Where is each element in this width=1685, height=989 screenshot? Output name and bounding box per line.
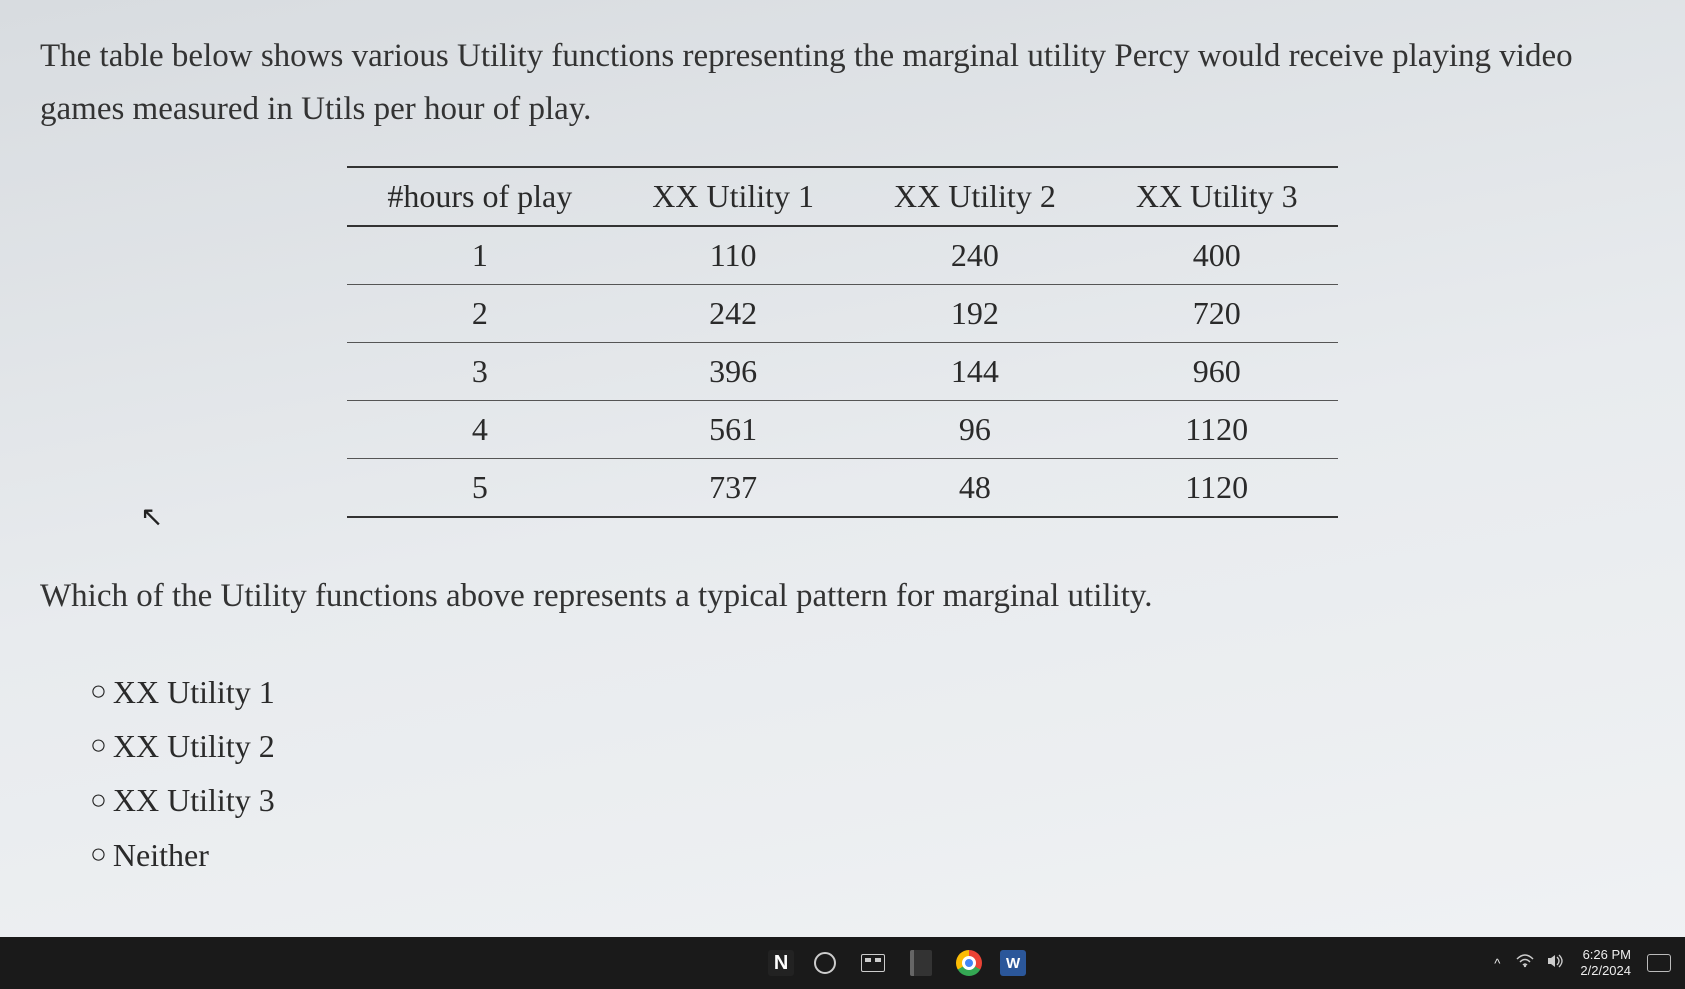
cell: 3 bbox=[347, 342, 612, 400]
taskbar-clock[interactable]: 6:26 PM 2/2/2024 bbox=[1580, 947, 1631, 978]
taskview-icon[interactable] bbox=[856, 946, 890, 980]
cell: 1120 bbox=[1096, 400, 1338, 458]
col-header-utility1: XX Utility 1 bbox=[612, 167, 854, 226]
cell: 48 bbox=[854, 458, 1096, 517]
cell: 96 bbox=[854, 400, 1096, 458]
notepad-icon[interactable] bbox=[904, 946, 938, 980]
col-header-utility2: XX Utility 2 bbox=[854, 167, 1096, 226]
radio-icon: ○ bbox=[90, 777, 107, 825]
cell: 1 bbox=[347, 226, 612, 285]
cell: 400 bbox=[1096, 226, 1338, 285]
option-utility1[interactable]: ○ XX Utility 1 bbox=[90, 665, 1645, 719]
radio-icon: ○ bbox=[90, 668, 107, 716]
option-label: XX Utility 3 bbox=[113, 773, 275, 827]
wifi-icon[interactable] bbox=[1516, 954, 1534, 972]
table-row: 2 242 192 720 bbox=[347, 284, 1337, 342]
word-icon[interactable]: W bbox=[1000, 950, 1026, 976]
table-row: 3 396 144 960 bbox=[347, 342, 1337, 400]
table-row: 5 737 48 1120 bbox=[347, 458, 1337, 517]
cortana-icon[interactable] bbox=[808, 946, 842, 980]
col-header-hours: #hours of play bbox=[347, 167, 612, 226]
volume-icon[interactable] bbox=[1546, 953, 1564, 973]
tray-caret-icon[interactable]: ^ bbox=[1494, 956, 1500, 971]
taskbar-app-icon[interactable]: N bbox=[768, 950, 794, 976]
cell: 192 bbox=[854, 284, 1096, 342]
cell: 396 bbox=[612, 342, 854, 400]
cell: 720 bbox=[1096, 284, 1338, 342]
cell: 5 bbox=[347, 458, 612, 517]
cell: 737 bbox=[612, 458, 854, 517]
option-neither[interactable]: ○ Neither bbox=[90, 828, 1645, 882]
utility-table: #hours of play XX Utility 1 XX Utility 2… bbox=[347, 166, 1337, 518]
clock-date: 2/2/2024 bbox=[1580, 963, 1631, 979]
table-row: 4 561 96 1120 bbox=[347, 400, 1337, 458]
cell: 242 bbox=[612, 284, 854, 342]
cell: 561 bbox=[612, 400, 854, 458]
cell: 2 bbox=[347, 284, 612, 342]
option-utility2[interactable]: ○ XX Utility 2 bbox=[90, 719, 1645, 773]
col-header-utility3: XX Utility 3 bbox=[1096, 167, 1338, 226]
cell: 144 bbox=[854, 342, 1096, 400]
clock-time: 6:26 PM bbox=[1580, 947, 1631, 963]
notification-icon[interactable] bbox=[1647, 954, 1671, 972]
cell: 960 bbox=[1096, 342, 1338, 400]
cell: 1120 bbox=[1096, 458, 1338, 517]
answer-options: ○ XX Utility 1 ○ XX Utility 2 ○ XX Utili… bbox=[40, 665, 1645, 883]
cell: 4 bbox=[347, 400, 612, 458]
taskbar: N W ^ 6:26 PM 2/2/2024 bbox=[0, 937, 1685, 989]
option-label: XX Utility 1 bbox=[113, 665, 275, 719]
cursor-icon: ↖ bbox=[140, 500, 163, 534]
option-label: XX Utility 2 bbox=[113, 719, 275, 773]
cell: 110 bbox=[612, 226, 854, 285]
radio-icon: ○ bbox=[90, 831, 107, 879]
radio-icon: ○ bbox=[90, 722, 107, 770]
question-text: Which of the Utility functions above rep… bbox=[40, 578, 1645, 615]
cell: 240 bbox=[854, 226, 1096, 285]
intro-text: The table below shows various Utility fu… bbox=[40, 30, 1645, 136]
option-label: Neither bbox=[113, 828, 209, 882]
chrome-icon[interactable] bbox=[952, 946, 986, 980]
table-row: 1 110 240 400 bbox=[347, 226, 1337, 285]
option-utility3[interactable]: ○ XX Utility 3 bbox=[90, 773, 1645, 827]
